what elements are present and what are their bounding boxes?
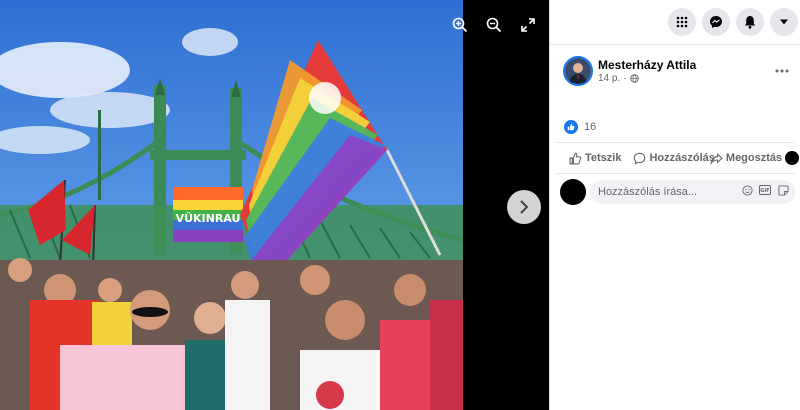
gif-icon[interactable]: GIF [759, 184, 771, 196]
share-label: Megosztás [725, 152, 783, 164]
next-arrow-icon [520, 200, 529, 214]
next-photo-button[interactable] [507, 190, 541, 224]
more-options-icon [775, 69, 789, 73]
comment-label: Hozzászólás [649, 152, 715, 164]
reaction-summary[interactable]: 16 [564, 120, 596, 134]
post-side-panel: Mesterházy Attila 14 p. · 16 Tetszik Hoz… [549, 0, 800, 410]
share-button[interactable]: Megosztás [710, 151, 800, 165]
share-audience-avatar[interactable] [785, 151, 800, 165]
like-button[interactable]: Tetszik [569, 152, 621, 165]
author-avatar[interactable] [563, 56, 593, 86]
like-reaction-icon [564, 120, 578, 134]
notifications-button[interactable] [736, 8, 764, 36]
share-arrow-icon [710, 152, 723, 165]
comment-bubble-icon [634, 152, 646, 165]
svg-text:GIF: GIF [760, 188, 769, 194]
author-name[interactable]: Mesterházy Attila [598, 58, 696, 72]
account-button[interactable] [770, 8, 798, 36]
menu-button[interactable] [668, 8, 696, 36]
photo-viewer: VÜKINRAU [0, 0, 549, 410]
zoom-out-button[interactable] [483, 14, 505, 36]
banner-text: VÜKINRAU [176, 211, 241, 225]
messenger-icon [710, 16, 722, 28]
comment-composer: Hozzászólás írása... GIF [560, 179, 795, 205]
post-actions: Tetszik Hozzászólás Megosztás [556, 142, 800, 174]
comment-tools: GIF [741, 184, 789, 196]
more-options-button[interactable] [775, 60, 789, 76]
post-photo[interactable]: VÜKINRAU [0, 0, 463, 410]
zoom-out-icon [486, 17, 502, 33]
notifications-bell-icon [745, 16, 755, 29]
emoji-icon[interactable] [741, 184, 753, 196]
top-navigation [550, 0, 800, 45]
fullscreen-icon [521, 18, 535, 32]
post-header: Mesterházy Attila 14 p. · [563, 56, 795, 90]
sticker-icon[interactable] [777, 184, 789, 196]
zoom-in-button[interactable] [449, 14, 471, 36]
post-time[interactable]: 14 p. [598, 73, 620, 84]
comment-placeholder: Hozzászólás írása... [598, 186, 698, 198]
zoom-in-icon [452, 17, 468, 33]
like-label: Tetszik [585, 152, 622, 164]
viewer-avatar[interactable] [560, 179, 586, 205]
account-caret-icon [780, 19, 788, 25]
comment-button[interactable]: Hozzászólás [633, 152, 715, 165]
messenger-button[interactable] [702, 8, 730, 36]
like-thumb-icon [569, 152, 582, 164]
fullscreen-button[interactable] [517, 14, 539, 36]
globe-icon [629, 74, 639, 83]
post-meta: 14 p. · [598, 73, 639, 84]
like-count: 16 [584, 121, 597, 133]
menu-grid-icon [676, 16, 688, 28]
